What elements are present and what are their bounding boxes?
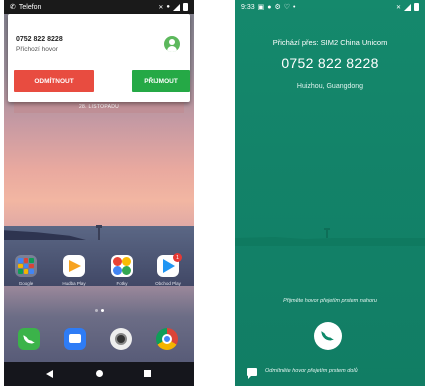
phone-status-icon: ✆ xyxy=(10,4,16,11)
back-icon[interactable] xyxy=(46,370,53,378)
camera-icon[interactable] xyxy=(110,328,132,350)
incoming-call-label: Příchozí hovor xyxy=(16,46,58,53)
location-notification-icon: ● xyxy=(267,3,272,11)
recents-icon[interactable] xyxy=(144,370,151,377)
right-phone-screen: 9:33 ▣ ● ⚙ ♡ • ✕ Přichází přes: SIM2 Chi… xyxy=(235,0,425,386)
status-time: 9:33 xyxy=(241,3,255,11)
page-indicator xyxy=(4,309,194,312)
caller-number: 0752 822 8228 xyxy=(16,36,63,43)
mute-icon: ✕ xyxy=(158,4,164,11)
accept-button[interactable]: PŘIJMOUT xyxy=(132,70,190,92)
google-folder-icon xyxy=(15,255,37,277)
app-play-music[interactable]: Hudba Play xyxy=(60,255,88,286)
settings-notification-icon: ⚙ xyxy=(274,4,281,11)
photos-icon xyxy=(111,255,133,277)
signal-icon xyxy=(404,3,411,11)
lighthouse-icon xyxy=(96,225,102,240)
status-bar: ✆ Telefon ✕ ● xyxy=(4,0,194,14)
app-label: Fotky xyxy=(116,281,128,286)
phone-icon xyxy=(321,329,334,342)
signal-icon xyxy=(173,3,180,11)
app-play-store[interactable]: 1 Obchod Play xyxy=(154,253,182,286)
app-label: Google xyxy=(18,281,34,286)
dot-icon: • xyxy=(293,3,296,11)
reject-button[interactable]: ODMÍTNOUT xyxy=(14,70,94,92)
play-music-icon xyxy=(63,255,85,277)
wallpaper-horizon xyxy=(235,228,425,246)
status-app-name: Telefon xyxy=(18,3,42,11)
app-label: Obchod Play xyxy=(155,281,181,286)
home-icon[interactable] xyxy=(96,370,103,377)
date-banner: 28. LISTOPADU xyxy=(14,101,184,113)
answer-hint: Přijměte hovor přejetím prstem nahoru xyxy=(283,298,377,304)
left-phone-screen: ✆ Telefon ✕ ● 28. LISTOPADU 0752 822 8228… xyxy=(4,0,194,386)
decline-hint: Odmítněte hovor přejetím prstem dolů xyxy=(265,368,358,374)
shield-notification-icon: ♡ xyxy=(283,4,291,11)
message-reply-icon[interactable] xyxy=(247,368,257,379)
incoming-via-label: Přichází přes: SIM2 China Unicom xyxy=(272,38,388,47)
battery-icon xyxy=(183,3,188,11)
gallery-notification-icon: ▣ xyxy=(257,4,265,11)
caller-number: 0752 822 8228 xyxy=(281,55,379,71)
messages-icon[interactable] xyxy=(64,328,86,350)
status-bar: 9:33 ▣ ● ⚙ ♡ • ✕ xyxy=(235,0,425,14)
app-photos[interactable]: Fotky xyxy=(108,255,136,286)
battery-icon xyxy=(414,3,419,11)
incoming-call-notification[interactable]: 0752 822 8228 Příchozí hovor ODMÍTNOUT P… xyxy=(8,14,190,102)
contact-avatar-icon xyxy=(164,36,180,52)
navigation-bar xyxy=(4,362,194,386)
chrome-icon[interactable] xyxy=(156,328,178,350)
phone-icon[interactable] xyxy=(18,328,40,350)
mute-icon: ✕ xyxy=(395,4,401,11)
notification-badge: 1 xyxy=(173,253,182,262)
location-icon: ● xyxy=(166,4,170,10)
app-label: Hudba Play xyxy=(62,281,86,286)
answer-call-button[interactable] xyxy=(314,322,342,350)
app-google[interactable]: Google xyxy=(12,255,40,286)
caller-location: Huizhou, Guangdong xyxy=(296,83,364,90)
